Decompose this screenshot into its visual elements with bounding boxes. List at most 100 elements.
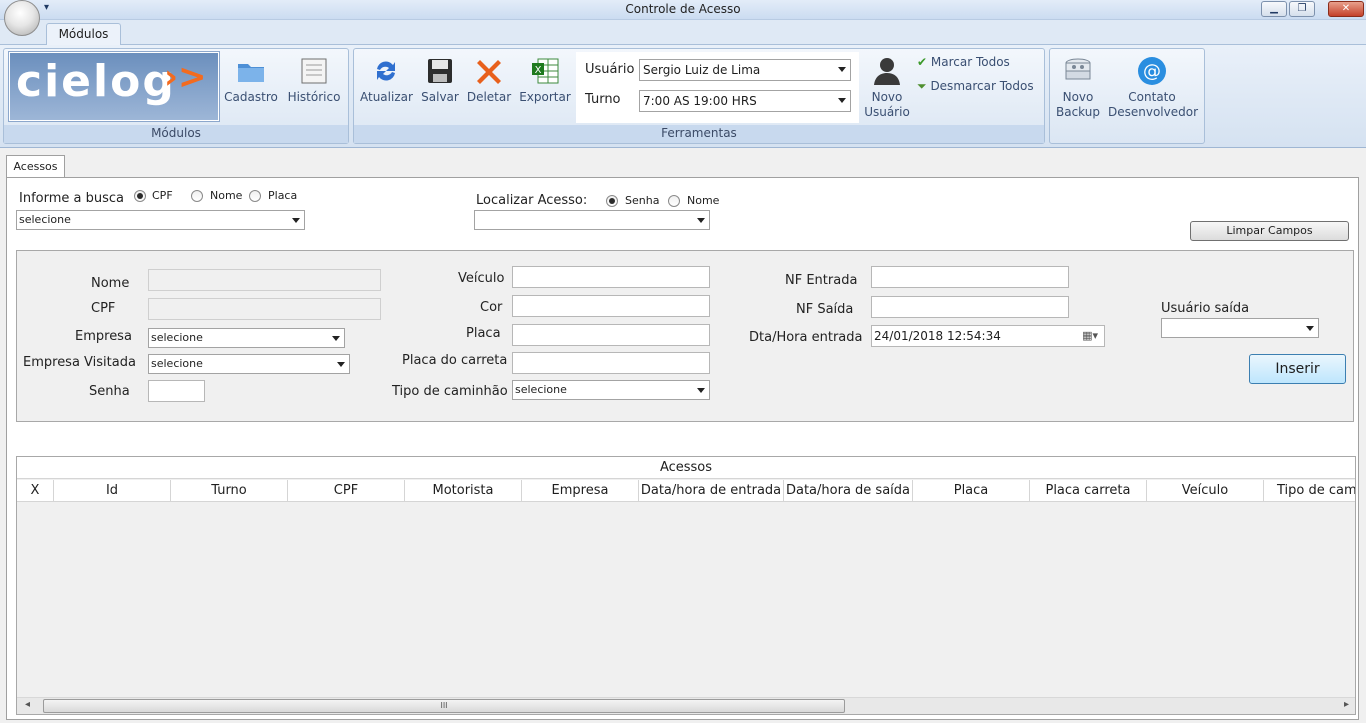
empresa-visitada-select[interactable]: selecione bbox=[148, 354, 350, 374]
funnel-icon: ⏷ bbox=[917, 79, 927, 93]
column-header-cpf[interactable]: CPF bbox=[288, 480, 405, 502]
novo-usuario-button[interactable]: Novo Usuário bbox=[862, 55, 912, 120]
excel-icon: X bbox=[532, 58, 559, 84]
contato-desenvolvedor-button[interactable]: @ Contato Desenvolvedor bbox=[1108, 55, 1198, 120]
column-header-turno[interactable]: Turno bbox=[171, 480, 288, 502]
horizontal-scrollbar[interactable]: ◂ III ▸ bbox=[17, 697, 1355, 714]
empresa-value: selecione bbox=[151, 331, 203, 344]
application-menu-orb[interactable] bbox=[4, 0, 40, 36]
novo-backup-label-2: Backup bbox=[1056, 105, 1100, 119]
atualizar-button[interactable]: Atualizar bbox=[360, 55, 413, 105]
historico-button[interactable]: Histórico bbox=[285, 55, 343, 105]
informe-busca-label: Informe a busca bbox=[19, 191, 124, 206]
nf-saida-field[interactable] bbox=[871, 296, 1069, 318]
nf-saida-label: NF Saída bbox=[796, 302, 854, 317]
placa-label: Placa bbox=[466, 326, 501, 341]
historico-label: Histórico bbox=[287, 90, 341, 104]
placa-carreta-field[interactable] bbox=[512, 352, 710, 374]
calendar-icon[interactable]: ▦▾ bbox=[1082, 326, 1098, 346]
empresa-visitada-label: Empresa Visitada bbox=[23, 355, 136, 370]
close-button[interactable]: ✕ bbox=[1328, 1, 1364, 17]
svg-text:X: X bbox=[535, 65, 542, 76]
cpf-field[interactable] bbox=[148, 298, 381, 320]
chevron-down-icon bbox=[697, 218, 705, 223]
turno-select[interactable]: 7:00 AS 19:00 HRS bbox=[639, 90, 851, 112]
minimize-button[interactable]: ▁ bbox=[1261, 1, 1287, 17]
tipo-caminhao-value: selecione bbox=[515, 383, 567, 396]
radio-cpf-label: CPF bbox=[152, 189, 173, 202]
exportar-button[interactable]: X Exportar bbox=[518, 55, 572, 105]
chevron-down-icon bbox=[292, 218, 300, 223]
salvar-button[interactable]: Salvar bbox=[418, 55, 462, 105]
refresh-icon bbox=[377, 61, 395, 81]
column-header-motorista[interactable]: Motorista bbox=[405, 480, 522, 502]
dta-entrada-picker[interactable]: 24/01/2018 12:54:34 ▦▾ bbox=[871, 325, 1105, 347]
salvar-label: Salvar bbox=[421, 90, 459, 104]
placa-field[interactable] bbox=[512, 324, 710, 346]
maximize-button[interactable]: ❐ bbox=[1289, 1, 1315, 17]
scroll-thumb[interactable]: III bbox=[43, 699, 845, 713]
dta-entrada-label: Dta/Hora entrada bbox=[749, 330, 863, 345]
veiculo-label: Veículo bbox=[458, 271, 505, 286]
tab-acessos[interactable]: Acessos bbox=[6, 155, 65, 178]
limpar-campos-button[interactable]: Limpar Campos bbox=[1190, 221, 1349, 241]
radio-senha[interactable] bbox=[606, 195, 618, 207]
cpf-label: CPF bbox=[91, 301, 116, 316]
radio-nome[interactable] bbox=[191, 190, 203, 202]
column-header-placa-carreta[interactable]: Placa carreta bbox=[1030, 480, 1147, 502]
cadastro-label: Cadastro bbox=[224, 90, 278, 104]
busca-select[interactable]: selecione bbox=[16, 210, 305, 230]
scroll-left-icon[interactable]: ◂ bbox=[25, 699, 30, 710]
marcar-todos-button[interactable]: ✔ Marcar Todos bbox=[917, 55, 1010, 70]
deletar-label: Deletar bbox=[466, 90, 512, 104]
column-header-empresa[interactable]: Empresa bbox=[522, 480, 639, 502]
column-header-x[interactable]: X bbox=[17, 480, 54, 502]
radio-placa[interactable] bbox=[249, 190, 261, 202]
nf-entrada-field[interactable] bbox=[871, 266, 1069, 288]
chevron-down-icon bbox=[337, 362, 345, 367]
document-icon bbox=[301, 58, 327, 84]
radio-localizar-nome[interactable] bbox=[668, 195, 680, 207]
empresa-select[interactable]: selecione bbox=[148, 328, 345, 348]
column-header-data-entrada[interactable]: Data/hora de entrada bbox=[639, 480, 784, 502]
exportar-label: Exportar bbox=[519, 90, 571, 104]
novo-backup-button[interactable]: Novo Backup bbox=[1054, 55, 1102, 120]
atualizar-label: Atualizar bbox=[360, 90, 413, 104]
turno-value: 7:00 AS 19:00 HRS bbox=[643, 94, 757, 108]
column-header-data-saida[interactable]: Data/hora de saída bbox=[784, 480, 913, 502]
tipo-caminhao-select[interactable]: selecione bbox=[512, 380, 710, 400]
group-caption-ferramentas: Ferramentas bbox=[354, 125, 1044, 143]
usuario-saida-label: Usuário saída bbox=[1161, 301, 1250, 316]
radio-cpf[interactable] bbox=[134, 190, 146, 202]
usuario-saida-select[interactable] bbox=[1161, 318, 1319, 338]
grid-header-row: X Id Turno CPF Motorista Empresa Data/ho… bbox=[17, 480, 1355, 502]
inserir-button[interactable]: Inserir bbox=[1249, 354, 1346, 384]
usuario-select[interactable]: Sergio Luiz de Lima bbox=[639, 59, 851, 81]
usuario-value: Sergio Luiz de Lima bbox=[643, 63, 761, 77]
veiculo-field[interactable] bbox=[512, 266, 710, 288]
localizar-select[interactable] bbox=[474, 210, 710, 230]
chevron-down-icon bbox=[1306, 326, 1314, 331]
marcar-todos-label: Marcar Todos bbox=[930, 55, 1010, 69]
chevron-down-icon bbox=[838, 67, 846, 72]
scroll-right-icon[interactable]: ▸ bbox=[1344, 699, 1349, 710]
column-header-placa[interactable]: Placa bbox=[913, 480, 1030, 502]
svg-text:@: @ bbox=[1143, 61, 1161, 82]
cadastro-button[interactable]: Cadastro bbox=[223, 55, 279, 105]
empresa-visitada-value: selecione bbox=[151, 357, 203, 370]
novo-usuario-label-2: Usuário bbox=[864, 105, 910, 119]
usuario-label: Usuário bbox=[585, 62, 635, 77]
radio-nome-label: Nome bbox=[210, 189, 243, 202]
empresa-label: Empresa bbox=[75, 329, 132, 344]
tab-modulos[interactable]: Módulos bbox=[46, 23, 121, 46]
cor-field[interactable] bbox=[512, 295, 710, 317]
desmarcar-todos-button[interactable]: ⏷ Desmarcar Todos bbox=[917, 79, 1034, 94]
radio-senha-label: Senha bbox=[625, 194, 660, 207]
column-header-tipo-caminhao[interactable]: Tipo de caminh bbox=[1264, 480, 1355, 502]
senha-field[interactable] bbox=[148, 380, 205, 402]
column-header-veiculo[interactable]: Veículo bbox=[1147, 480, 1264, 502]
folder-icon bbox=[238, 64, 264, 82]
column-header-id[interactable]: Id bbox=[54, 480, 171, 502]
nome-field[interactable] bbox=[148, 269, 381, 291]
deletar-button[interactable]: Deletar bbox=[466, 55, 512, 105]
